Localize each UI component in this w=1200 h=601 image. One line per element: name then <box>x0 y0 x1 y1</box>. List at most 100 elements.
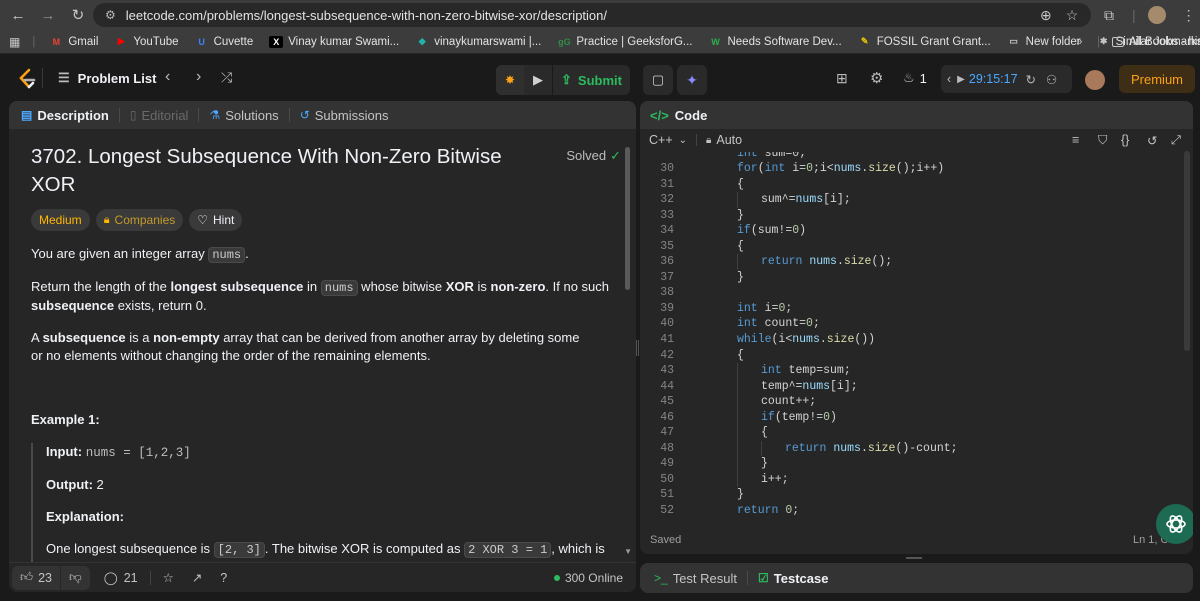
timer-collapse-icon[interactable]: ‹ <box>947 72 951 86</box>
extensions-icon[interactable]: ⧉ <box>1104 7 1114 24</box>
bookmark-item[interactable]: ▶ YouTube <box>114 35 179 48</box>
line-number: 45 <box>660 395 674 409</box>
bookmark-item[interactable]: ✎ FOSSIL Grant Grant... <box>858 36 991 48</box>
tab-solutions[interactable]: ⚗ Solutions <box>203 108 284 123</box>
notes-icon[interactable]: ▢ <box>643 65 673 95</box>
code-line: 37} <box>640 270 1193 286</box>
tab-testcase[interactable]: ☑ Testcase <box>752 571 834 586</box>
bookmark-item[interactable]: ◆ vinaykumarswami |... <box>415 36 542 48</box>
like-button[interactable]: 👍︎ 23 <box>12 565 60 590</box>
menu-icon[interactable]: ⋮ <box>1182 7 1196 24</box>
problem-list-button[interactable]: ☰ Problem List <box>58 70 156 86</box>
tag-row: Medium 🔒︎ Companies ♡ Hint <box>31 209 621 231</box>
divider <box>696 134 698 146</box>
add-friend-icon[interactable]: ⚇ <box>1046 72 1057 87</box>
bookmark-item[interactable]: W Needs Software Dev... <box>708 36 841 48</box>
tab-submissions[interactable]: ↺ Submissions <box>294 108 395 123</box>
description-scrollbar[interactable] <box>625 147 630 290</box>
layout-icon[interactable]: ⊞ <box>836 70 848 87</box>
line-number: 33 <box>660 208 674 222</box>
submit-button[interactable]: ⇪ Submit <box>553 65 630 95</box>
help-icon[interactable]: ? <box>220 571 227 585</box>
dislike-button[interactable]: 👎︎ <box>60 565 90 590</box>
reload-icon[interactable]: ↻ <box>66 3 90 27</box>
thumbs-down-icon: 👎︎ <box>68 570 82 584</box>
expand-icon[interactable]: ⤢ <box>1171 133 1181 148</box>
reset-icon[interactable]: ↻ <box>1026 72 1036 87</box>
bookmark-item[interactable]: M Gmail <box>49 35 99 48</box>
chevron-down-icon: ⌄ <box>678 134 688 146</box>
companies-tag[interactable]: 🔒︎ Companies <box>95 209 184 231</box>
scroll-down-icon[interactable]: ▼ <box>624 547 632 556</box>
bookmark-label: YouTube <box>133 35 179 48</box>
hint-tag[interactable]: ♡ Hint <box>189 209 243 231</box>
favorite-star-icon[interactable]: ☆ <box>163 570 174 585</box>
bookmark-item[interactable]: ▭ New folder <box>1007 36 1080 48</box>
tab-test-result[interactable]: >_ Test Result <box>648 571 743 586</box>
premium-button[interactable]: Premium <box>1119 65 1196 93</box>
difficulty-badge[interactable]: Medium <box>31 209 90 231</box>
address-bar[interactable]: ⚙ leetcode.com/problems/longest-subseque… <box>93 3 1091 27</box>
code-editor[interactable]: 30 for(int i=0;i<nums.size();i++) 31 {32 sum… <box>640 161 1193 519</box>
test-panel-tabs: >_ Test Result ☑ Testcase <box>640 563 1193 593</box>
panel-resize-handle[interactable] <box>636 340 639 356</box>
auto-mode[interactable]: 🔒︎ Auto <box>706 133 742 147</box>
divider <box>747 571 748 585</box>
bookmark-label: Gmail <box>68 35 99 48</box>
debug-icon[interactable]: ✸ <box>496 65 524 95</box>
back-icon[interactable]: ← <box>6 3 30 27</box>
prev-problem-icon[interactable]: ‹ <box>165 68 170 86</box>
editor-scrollbar[interactable] <box>1184 151 1190 351</box>
forward-icon[interactable]: → <box>36 3 60 27</box>
apps-icon[interactable]: ▦ <box>9 35 20 49</box>
share-icon[interactable]: ↗ <box>192 570 202 585</box>
bookmark-item[interactable]: U Cuvette <box>195 36 253 48</box>
chatgpt-icon[interactable] <box>1156 504 1193 544</box>
zoom-icon[interactable]: ⊕ <box>1040 7 1052 24</box>
user-avatar[interactable] <box>1085 70 1105 90</box>
line-number: 38 <box>660 286 674 300</box>
timer-widget[interactable]: ‹ ▶ 29:15:17 ↻ ⚇ <box>941 65 1072 93</box>
bookmark-star-icon[interactable]: ☆ <box>1066 7 1079 24</box>
language-select[interactable]: C++ ⌄ <box>649 133 687 147</box>
settings-gear-icon[interactable]: ⚙ <box>870 69 883 87</box>
code-line: 35 { <box>640 239 1193 255</box>
site-settings-icon[interactable]: ⚙ <box>105 8 116 22</box>
tab-description[interactable]: ▤ Description <box>15 108 115 123</box>
line-number: 48 <box>660 441 674 455</box>
description-tabs: ▤ Description ▯ Editorial ⚗ Solutions ↺ Subm… <box>9 101 636 129</box>
bookmark-icon[interactable]: ⛉ <box>1098 133 1107 148</box>
bookmark-label: FOSSIL Grant Grant... <box>876 35 991 48</box>
more-bookmarks-icon[interactable]: » <box>1076 36 1082 48</box>
code-line: 31 { <box>640 177 1193 193</box>
play-icon[interactable]: ▶ <box>957 74 965 85</box>
code-text: } <box>761 457 768 471</box>
indent-guide <box>737 394 738 410</box>
ai-sparkle-icon[interactable]: ✦ <box>677 65 707 95</box>
vertical-resize-handle[interactable] <box>906 557 922 559</box>
indent-guide <box>737 363 738 379</box>
lightbulb-icon: ♡ <box>197 213 209 227</box>
problem-title[interactable]: 3702. Longest Subsequence With Non-Zero … <box>31 143 531 199</box>
format-icon[interactable]: ≡ <box>1072 133 1079 147</box>
bookmark-item[interactable]: X Vinay kumar Swami... <box>269 35 400 48</box>
leetcode-logo-icon[interactable] <box>17 68 37 90</box>
profile-avatar[interactable] <box>1147 6 1166 24</box>
tab-editorial[interactable]: ▯ Editorial <box>124 108 195 123</box>
comments-button[interactable]: ◯ 21 <box>104 570 138 586</box>
code-text: return nums.size()-count; <box>785 441 958 455</box>
code-line: 48 return nums.size()-count; <box>640 440 1193 457</box>
streak-counter[interactable]: ♨ 1 <box>903 70 927 86</box>
url-text: leetcode.com/problems/longest-subsequenc… <box>125 7 607 23</box>
code-line: 50 i++; <box>640 471 1193 488</box>
braces-icon[interactable]: {} <box>1121 133 1129 147</box>
run-button[interactable]: ▶ <box>524 65 552 95</box>
bookmark-favicon-icon: ▭ <box>1009 36 1018 46</box>
bookmark-favicon-icon: ◆ <box>418 36 426 46</box>
bookmark-label: Vinay kumar Swami... <box>288 35 400 48</box>
all-bookmarks[interactable]: All Bookmarks <box>1112 36 1200 48</box>
shuffle-icon[interactable]: ⤮ <box>221 69 232 86</box>
next-problem-icon[interactable]: › <box>196 68 201 86</box>
reset-code-icon[interactable]: ↺ <box>1147 133 1157 148</box>
bookmark-item[interactable]: gG Practice | GeeksforG... <box>557 36 692 48</box>
